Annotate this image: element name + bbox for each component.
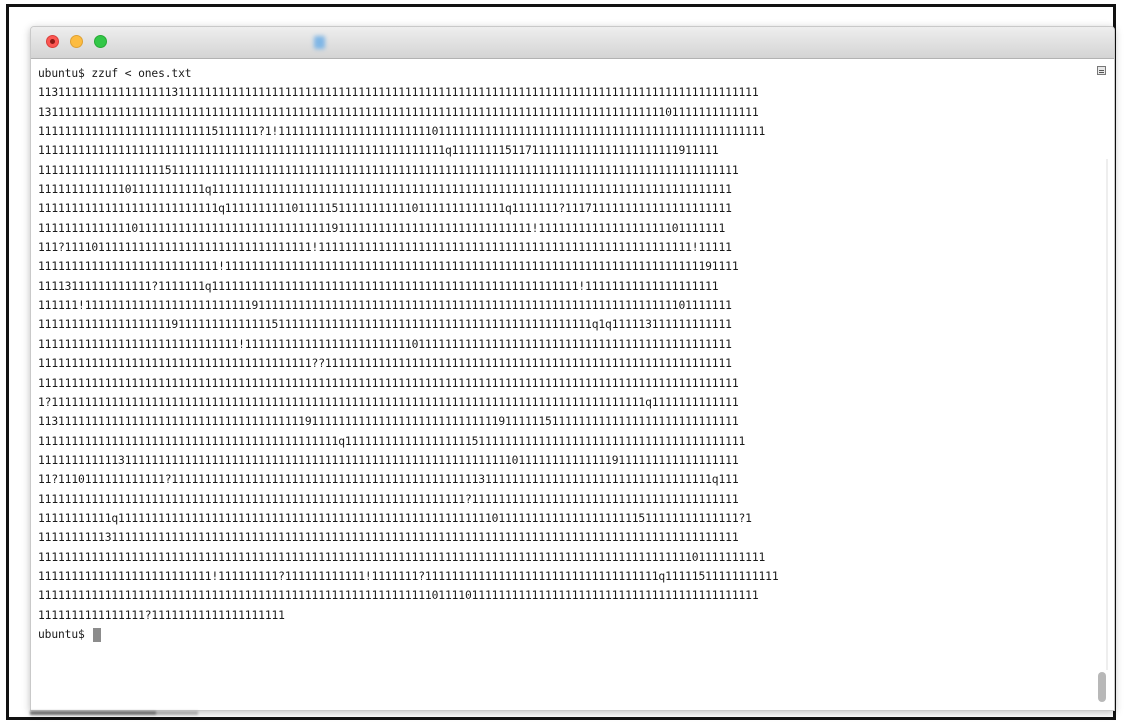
output-line: 111111111111111111111111111q111111111101…	[38, 202, 732, 216]
output-line: 1?11111111111111111111111111111111111111…	[38, 395, 739, 409]
output-line: 1111111111111111111191111111111111151111…	[38, 318, 732, 332]
output-line: 111111111111111111111111115111111?1!1111…	[38, 125, 766, 139]
split-pane-icon[interactable]	[1097, 66, 1106, 75]
zoom-button[interactable]	[94, 35, 107, 48]
output-line: 11111111111q1111111111111111111111111111…	[38, 511, 752, 525]
output-line: 1111111111111111111111111111111111111111…	[38, 376, 739, 390]
close-button[interactable]	[46, 35, 59, 48]
output-line: 1111111111111101111111111111111111111111…	[38, 221, 726, 235]
command-line: ubuntu$ zzuf < ones.txt	[38, 67, 192, 80]
output-line: 11111111111111111111111111!111111111?111…	[38, 569, 779, 583]
output-line: 11113111111111111?1111111q11111111111111…	[38, 279, 719, 293]
background-strip	[30, 711, 450, 715]
output-line: 1111111111111111111111111111111111111111…	[38, 492, 739, 506]
output-line: 111111111111111111111111111!111111111111…	[38, 260, 739, 274]
output-line: 111?111101111111111111111111111111111111…	[38, 241, 732, 255]
output-line: 1131111111111111111131111111111111111111…	[38, 86, 759, 100]
prompt-text: ubuntu$	[38, 627, 92, 641]
terminal-output: 1131111111111111111131111111111111111111…	[38, 83, 1088, 625]
prompt-line: ubuntu$	[38, 625, 1088, 644]
output-line: 111111111111111111111111111111!111111111…	[38, 337, 732, 351]
terminal-window: ubuntu$ zzuf < ones.txt 1131111111111111…	[30, 26, 1115, 711]
output-line: 1111111111113111111111111111111111111111…	[38, 453, 739, 467]
output-line: 11?1110111111111111?11111111111111111111…	[38, 473, 739, 487]
scrollbar-thumb[interactable]	[1098, 672, 1106, 702]
output-line: 1111111111111111?11111111111111111111	[38, 608, 285, 622]
minimize-button[interactable]	[70, 35, 83, 48]
output-line: 1111111111111111111111111111111111111111…	[38, 144, 719, 158]
output-line: 1111111111111011111111111q11111111111111…	[38, 183, 732, 197]
window-title	[301, 36, 874, 49]
output-line: 1111111111111111111511111111111111111111…	[38, 163, 739, 177]
output-line: 1111111111111111111111111111111111111111…	[38, 550, 766, 564]
title-bar[interactable]	[31, 27, 1114, 59]
output-line: 111111!111111111111111111111111191111111…	[38, 299, 732, 313]
terminal-content[interactable]: ubuntu$ zzuf < ones.txt 1131111111111111…	[31, 59, 1114, 710]
output-line: 1111111111111111111111111111111111111111…	[38, 434, 746, 448]
output-line: 1131111111111111111111111111111111111111…	[38, 415, 739, 429]
terminal-lines: ubuntu$ zzuf < ones.txt 1131111111111111…	[38, 64, 1088, 644]
output-line: 1111111111111111111111111111111111111111…	[38, 357, 732, 371]
output-line: 1111111111111111111111111111111111111111…	[38, 589, 759, 603]
text-cursor	[93, 627, 102, 642]
scrollbar-track[interactable]	[1106, 159, 1108, 670]
output-line: 1311111111111111111111111111111111111111…	[38, 105, 759, 119]
output-line: 1111111111311111111111111111111111111111…	[38, 531, 739, 545]
